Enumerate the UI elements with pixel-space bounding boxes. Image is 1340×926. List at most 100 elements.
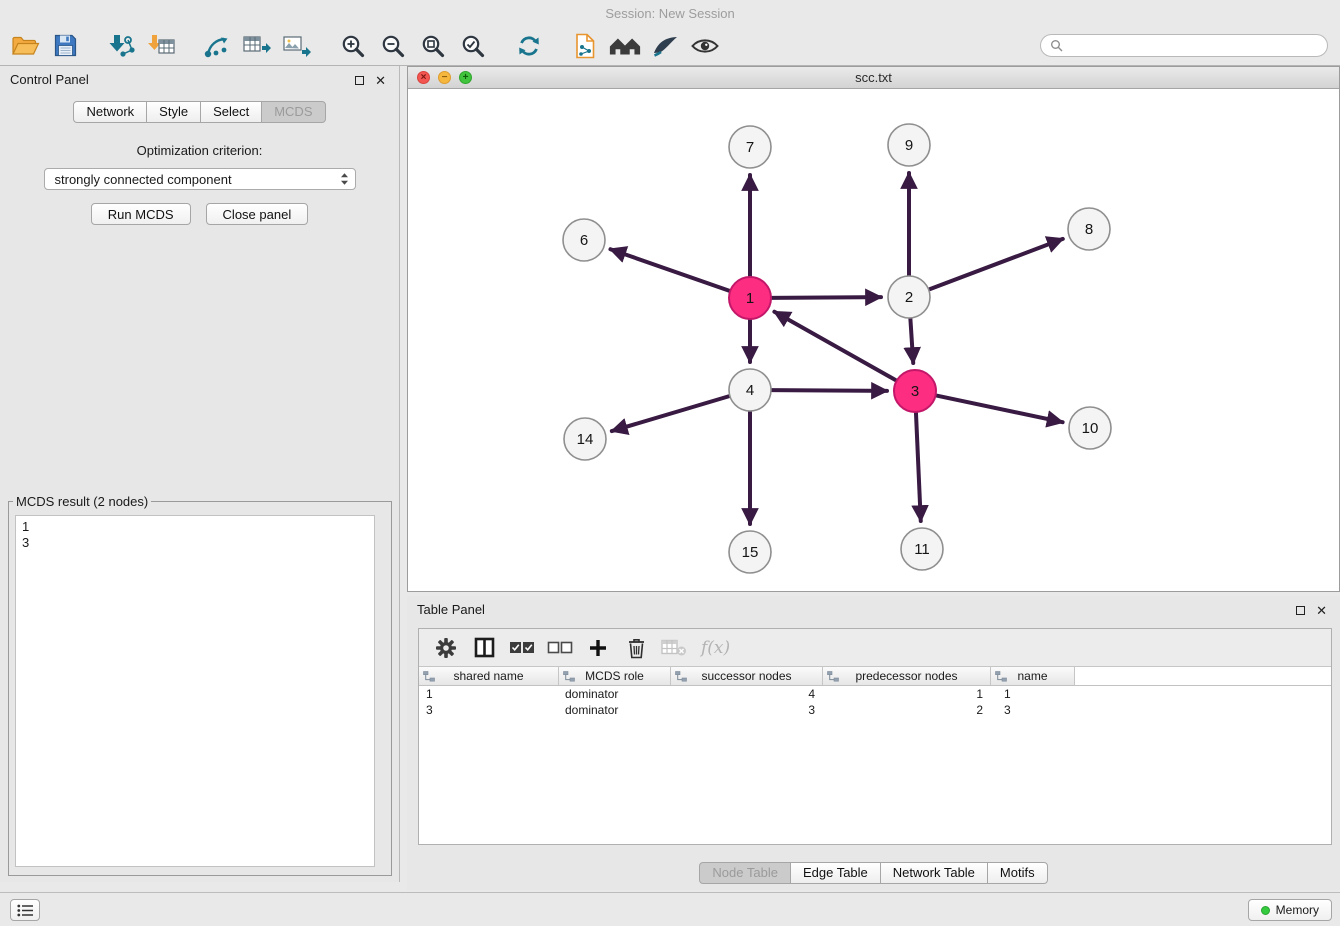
table-panel-controls: ✕ bbox=[1296, 596, 1327, 624]
float-panel-icon[interactable] bbox=[355, 76, 364, 85]
close-panel-icon[interactable]: ✕ bbox=[375, 74, 386, 87]
cell-mcds-role[interactable]: dominator bbox=[559, 686, 671, 702]
table-row[interactable]: 1dominator411 bbox=[419, 686, 1331, 702]
memory-button[interactable]: Memory bbox=[1248, 899, 1332, 921]
close-window-icon[interactable]: × bbox=[417, 71, 430, 84]
search-input[interactable] bbox=[1069, 39, 1318, 53]
tab-mcds[interactable]: MCDS bbox=[261, 101, 325, 123]
delete-table-icon bbox=[655, 631, 693, 665]
zoom-window-icon[interactable]: + bbox=[459, 71, 472, 84]
edge-4-14[interactable] bbox=[612, 396, 729, 431]
table-tab-node-table[interactable]: Node Table bbox=[699, 862, 791, 884]
edge-3-1[interactable] bbox=[774, 312, 895, 380]
edge-2-3[interactable] bbox=[910, 319, 913, 363]
column-header-name[interactable]: name bbox=[991, 667, 1075, 685]
edge-3-11[interactable] bbox=[916, 413, 921, 521]
open-folder-icon[interactable] bbox=[8, 29, 42, 63]
node-10[interactable]: 10 bbox=[1069, 407, 1111, 449]
optimization-dropdown[interactable]: strongly connected component bbox=[44, 168, 356, 190]
mcds-result-title: MCDS result (2 nodes) bbox=[13, 494, 151, 509]
edge-1-2[interactable] bbox=[772, 297, 881, 298]
node-label: 7 bbox=[746, 139, 754, 156]
deselect-icon[interactable] bbox=[541, 631, 579, 665]
network-canvas[interactable]: 7 9 6 8 1 2 4 3 14 10 15 11 bbox=[408, 89, 1339, 591]
cell-name[interactable]: 3 bbox=[991, 702, 1075, 718]
node-7[interactable]: 7 bbox=[729, 126, 771, 168]
trash-icon[interactable] bbox=[617, 631, 655, 665]
tab-network[interactable]: Network bbox=[73, 101, 147, 123]
node-11[interactable]: 11 bbox=[901, 528, 943, 570]
node-8[interactable]: 8 bbox=[1068, 208, 1110, 250]
node-1[interactable]: 1 bbox=[729, 277, 771, 319]
column-header-mcds-role[interactable]: MCDS role bbox=[559, 667, 671, 685]
edge-1-6[interactable] bbox=[610, 249, 729, 291]
zoom-out-icon[interactable] bbox=[376, 29, 410, 63]
cell-successor-nodes[interactable]: 4 bbox=[671, 686, 823, 702]
save-icon[interactable] bbox=[48, 29, 82, 63]
node-2[interactable]: 2 bbox=[888, 276, 930, 318]
cell-successor-nodes[interactable]: 3 bbox=[671, 702, 823, 718]
mcds-result-list[interactable]: 13 bbox=[15, 515, 375, 867]
cell-predecessor-nodes[interactable]: 1 bbox=[823, 686, 991, 702]
edge-4-3[interactable] bbox=[772, 390, 887, 391]
table-tab-network-table[interactable]: Network Table bbox=[880, 862, 988, 884]
export-table-icon[interactable] bbox=[240, 29, 274, 63]
export-image-icon[interactable] bbox=[280, 29, 314, 63]
cell-shared-name[interactable]: 1 bbox=[419, 686, 559, 702]
edge-3-10[interactable] bbox=[937, 396, 1063, 423]
cell-mcds-role[interactable]: dominator bbox=[559, 702, 671, 718]
dropdown-selected-value: strongly connected component bbox=[55, 172, 340, 187]
tab-select[interactable]: Select bbox=[200, 101, 262, 123]
close-table-panel-icon[interactable]: ✕ bbox=[1316, 604, 1327, 617]
table-panel-title: Table Panel bbox=[417, 602, 485, 617]
table-toolbar: f(x) bbox=[419, 629, 1331, 667]
main-toolbar bbox=[0, 26, 1340, 66]
mcds-result-line: 1 bbox=[22, 519, 368, 535]
run-mcds-button[interactable]: Run MCDS bbox=[91, 203, 191, 225]
table-tab-edge-table[interactable]: Edge Table bbox=[790, 862, 881, 884]
table-panel-tabs: Node TableEdge TableNetwork TableMotifs bbox=[407, 862, 1340, 884]
mcds-result-line: 3 bbox=[22, 535, 368, 551]
paste-network-icon[interactable] bbox=[568, 29, 602, 63]
node-15[interactable]: 15 bbox=[729, 531, 771, 573]
task-history-button[interactable] bbox=[10, 899, 40, 921]
node-6[interactable]: 6 bbox=[563, 219, 605, 261]
column-header-shared-name[interactable]: shared name bbox=[419, 667, 559, 685]
cell-predecessor-nodes[interactable]: 2 bbox=[823, 702, 991, 718]
select-all-icon[interactable] bbox=[503, 631, 541, 665]
node-4[interactable]: 4 bbox=[729, 369, 771, 411]
edge-2-8[interactable] bbox=[930, 239, 1063, 289]
table-tab-motifs[interactable]: Motifs bbox=[987, 862, 1048, 884]
zoom-in-icon[interactable] bbox=[336, 29, 370, 63]
column-header-predecessor-nodes[interactable]: predecessor nodes bbox=[823, 667, 991, 685]
import-table-icon[interactable] bbox=[144, 29, 178, 63]
table-row[interactable]: 3dominator323 bbox=[419, 702, 1331, 718]
style-apply-icon[interactable] bbox=[648, 29, 682, 63]
close-panel-button[interactable]: Close panel bbox=[206, 203, 309, 225]
import-network-icon[interactable] bbox=[104, 29, 138, 63]
zoom-fit-icon[interactable] bbox=[416, 29, 450, 63]
cell-name[interactable]: 1 bbox=[991, 686, 1075, 702]
columns-icon[interactable] bbox=[465, 631, 503, 665]
gear-icon[interactable] bbox=[427, 631, 465, 665]
node-14[interactable]: 14 bbox=[564, 418, 606, 460]
node-label: 9 bbox=[905, 137, 913, 154]
minimize-window-icon[interactable]: − bbox=[438, 71, 451, 84]
network-arrows-icon[interactable] bbox=[200, 29, 234, 63]
column-header-successor-nodes[interactable]: successor nodes bbox=[671, 667, 823, 685]
node-9[interactable]: 9 bbox=[888, 124, 930, 166]
float-table-panel-icon[interactable] bbox=[1296, 606, 1305, 615]
column-label: shared name bbox=[453, 669, 523, 683]
refresh-icon[interactable] bbox=[512, 29, 546, 63]
zoom-selected-icon[interactable] bbox=[456, 29, 490, 63]
node-3[interactable]: 3 bbox=[894, 370, 936, 412]
mcds-result-fieldset: MCDS result (2 nodes) 13 bbox=[8, 494, 392, 876]
search-field[interactable] bbox=[1040, 34, 1328, 57]
eye-icon[interactable] bbox=[688, 29, 722, 63]
add-column-icon[interactable] bbox=[579, 631, 617, 665]
cell-shared-name[interactable]: 3 bbox=[419, 702, 559, 718]
table-header-row: shared name MCDS rolesuccessor nodesprede… bbox=[419, 667, 1331, 686]
control-panel-header: Control Panel ✕ bbox=[0, 66, 399, 94]
tab-style[interactable]: Style bbox=[146, 101, 201, 123]
home-icon[interactable] bbox=[608, 29, 642, 63]
